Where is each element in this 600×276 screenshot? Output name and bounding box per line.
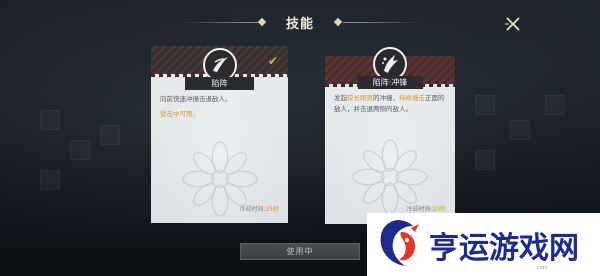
cooldown: 冷却时间:25秒 xyxy=(239,204,279,213)
desc-prefix: 发起 xyxy=(334,94,347,102)
page-title: 技能 xyxy=(285,17,314,32)
desc-highlight-impact: 持续撞击 xyxy=(399,94,425,102)
watermark-domain: com xyxy=(537,265,548,271)
cooldown-value: 25秒 xyxy=(265,206,279,213)
skill-name: 陷阵 xyxy=(185,77,254,90)
skill-description: 向前快速冲撞击退敌人。 xyxy=(160,95,232,103)
background-tile xyxy=(475,95,495,115)
cooldown: 冷却时间:20秒 xyxy=(406,204,446,213)
background-tile xyxy=(40,170,60,190)
background-tile xyxy=(100,125,120,145)
background-tile xyxy=(510,120,530,140)
in-use-button[interactable]: 使用中 xyxy=(240,243,360,260)
skill-card-selected[interactable]: ✔ 陷阵 向前快速冲撞击退敌人。 受击中可用。 冷却时间:25秒 xyxy=(151,46,288,223)
title-line-left xyxy=(180,22,260,23)
title-bar: 技能 xyxy=(0,0,600,44)
checkmark-icon: ✔ xyxy=(267,54,278,68)
background-tile xyxy=(40,110,60,130)
background-tile xyxy=(70,140,90,160)
title-diamond-right-icon xyxy=(333,17,343,27)
watermark-text: 亨运游戏网 xyxy=(429,231,579,266)
cooldown-value: 20秒 xyxy=(432,206,446,213)
site-watermark: 亨运游戏网 com xyxy=(367,213,600,276)
skill-description: 发起较长距离的冲撞，持续撞击正面的敌人，并击退两侧的敌人。 xyxy=(334,93,447,115)
skill-card[interactable]: 陷阵·冲锋 发起较长距离的冲撞，持续撞击正面的敌人，并击退两侧的敌人。 冷却时间… xyxy=(325,47,455,224)
desc-mid: 的冲撞， xyxy=(373,94,399,102)
cooldown-label: 冷却时间: xyxy=(406,206,433,213)
title-diamond-left-icon xyxy=(257,17,267,27)
close-button[interactable] xyxy=(503,14,523,34)
background-tile xyxy=(545,95,565,115)
close-x-icon xyxy=(505,17,520,31)
skill-usage-note: 受击中可用。 xyxy=(160,110,199,118)
dragon-logo-icon xyxy=(380,220,419,266)
desc-highlight-distance: 较长距离 xyxy=(347,94,373,102)
cooldown-label: 冷却时间: xyxy=(239,206,266,213)
background-tile xyxy=(475,150,495,170)
title-line-right xyxy=(343,22,423,23)
skill-name: 陷阵·冲锋 xyxy=(357,76,423,89)
